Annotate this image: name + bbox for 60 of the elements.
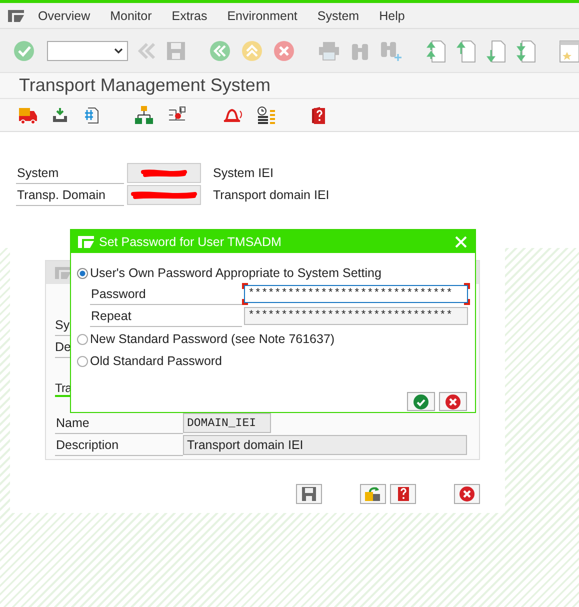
field-label: Repeat bbox=[90, 306, 242, 327]
caret-icon bbox=[114, 48, 123, 54]
option-label: User's Own Password Appropriate to System Setting bbox=[90, 266, 382, 280]
radio-button[interactable] bbox=[77, 334, 88, 344]
clock-list-icon[interactable] bbox=[256, 106, 276, 124]
truck-icon[interactable] bbox=[18, 106, 38, 124]
double-chevron-icon[interactable] bbox=[138, 42, 156, 60]
repeat-password-field[interactable]: ******************************* bbox=[242, 305, 470, 327]
menu-icon[interactable] bbox=[7, 8, 25, 22]
cancel-icon[interactable] bbox=[272, 40, 295, 62]
password-field[interactable]: ******************************* bbox=[242, 283, 470, 305]
package-arrow-icon bbox=[364, 486, 382, 502]
readonly-field: Transport domain IEI bbox=[183, 435, 467, 455]
cancel-icon bbox=[445, 394, 461, 410]
cancel-button[interactable] bbox=[439, 392, 467, 411]
radio-button[interactable] bbox=[77, 356, 88, 366]
redaction-mark bbox=[140, 168, 188, 178]
help-button[interactable] bbox=[390, 484, 416, 504]
save-icon[interactable] bbox=[166, 40, 186, 60]
help-book-icon[interactable] bbox=[310, 106, 326, 124]
menu-item[interactable]: System bbox=[307, 8, 370, 22]
save-button[interactable] bbox=[296, 484, 322, 504]
radio-button[interactable] bbox=[77, 268, 88, 278]
command-field[interactable] bbox=[47, 40, 128, 60]
menu-item[interactable]: Extras bbox=[162, 8, 218, 22]
printer-icon[interactable] bbox=[318, 40, 340, 60]
cancel-button[interactable] bbox=[454, 484, 480, 504]
menu-item[interactable]: Help bbox=[369, 8, 415, 22]
import-icon[interactable] bbox=[51, 107, 69, 123]
alarm-bell-icon[interactable] bbox=[221, 106, 243, 124]
menu-item[interactable]: Overview bbox=[28, 8, 100, 22]
menu-item[interactable]: Environment bbox=[217, 8, 308, 22]
readonly-field: DOMAIN_IEI bbox=[183, 413, 271, 433]
next-page-icon[interactable] bbox=[486, 38, 506, 62]
page-title: Transport Management System bbox=[19, 75, 270, 96]
hierarchy-icon[interactable] bbox=[134, 105, 154, 125]
window-star-icon[interactable] bbox=[559, 38, 579, 62]
redaction-mark bbox=[130, 190, 198, 200]
back-icon[interactable] bbox=[208, 40, 231, 62]
cancel-icon bbox=[459, 486, 475, 502]
menu-item[interactable]: Monitor bbox=[100, 8, 162, 22]
field-label: Transp. Domain bbox=[16, 184, 124, 206]
check-icon[interactable] bbox=[13, 40, 35, 62]
first-page-icon[interactable] bbox=[426, 38, 446, 62]
dialog-title: Set Password for User TMSADM bbox=[99, 234, 282, 248]
last-page-icon[interactable] bbox=[516, 38, 536, 62]
close-icon[interactable] bbox=[455, 236, 467, 248]
field-label: System bbox=[16, 162, 124, 184]
transport-button[interactable] bbox=[360, 484, 386, 504]
field-description: Transport domain IEI bbox=[213, 188, 330, 202]
save-icon bbox=[301, 486, 317, 502]
help-book-icon bbox=[396, 486, 410, 502]
window-icon bbox=[54, 266, 72, 280]
field-description: System IEI bbox=[213, 166, 274, 180]
check-icon bbox=[413, 394, 429, 410]
up-icon[interactable] bbox=[240, 40, 263, 62]
hash-document-icon[interactable] bbox=[82, 106, 100, 124]
confirm-button[interactable] bbox=[407, 392, 435, 411]
window-icon bbox=[77, 234, 95, 248]
previous-page-icon[interactable] bbox=[456, 38, 476, 62]
